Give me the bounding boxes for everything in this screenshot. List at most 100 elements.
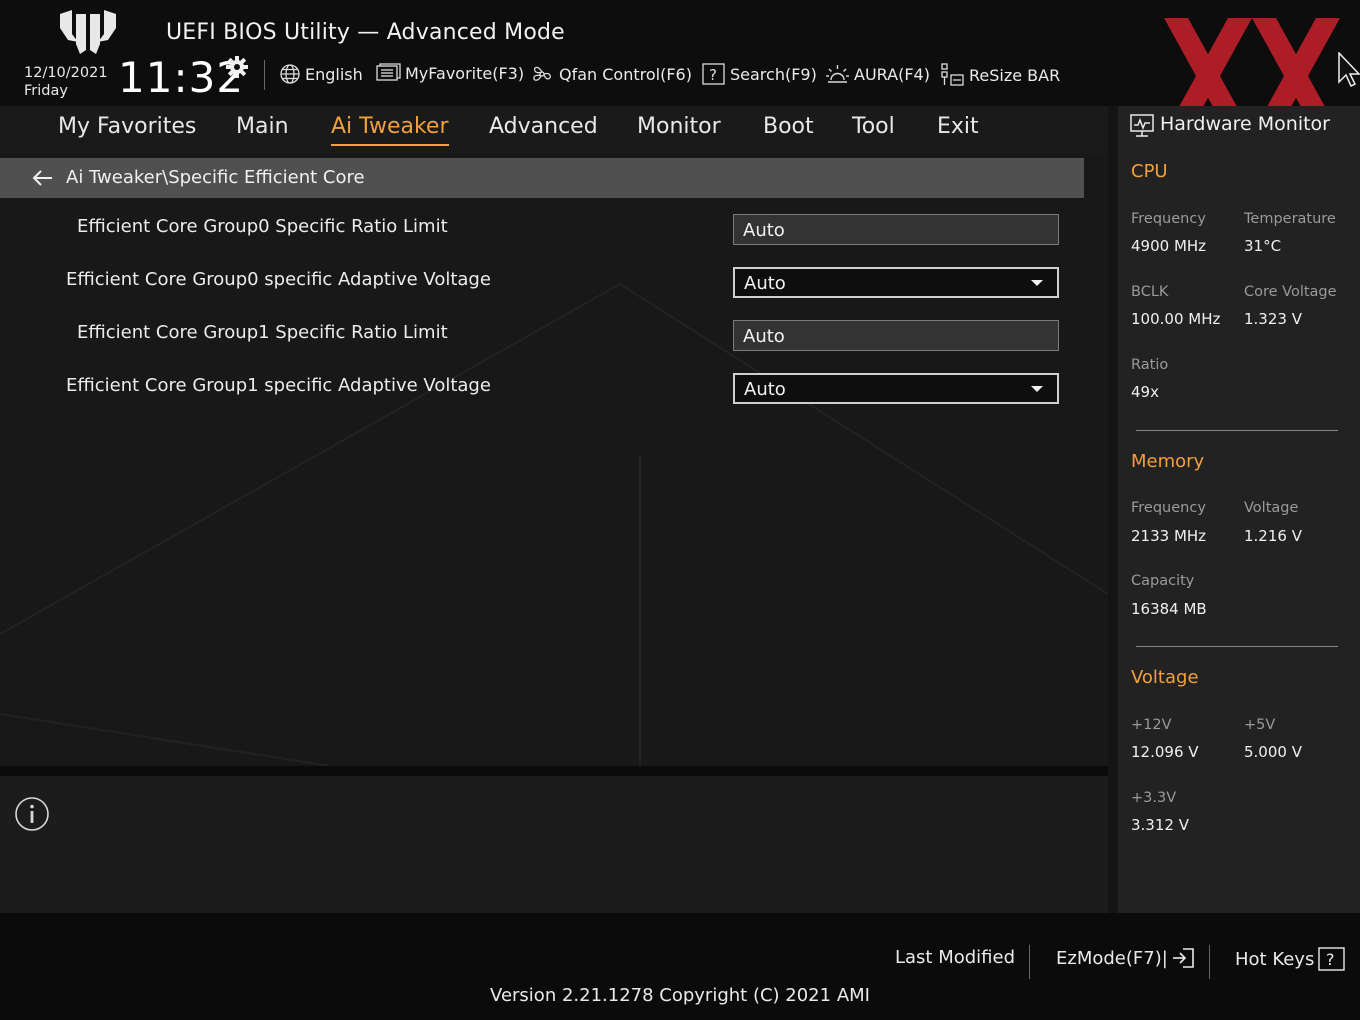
- tab-ai-tweaker[interactable]: Ai Tweaker: [331, 112, 449, 146]
- tab-advanced[interactable]: Advanced: [489, 112, 598, 142]
- breadcrumb[interactable]: Ai Tweaker\Specific Efficient Core: [0, 158, 1084, 198]
- resize-bar-button[interactable]: ReSize BAR: [940, 63, 1060, 87]
- myfavorite-button[interactable]: MyFavorite(F3): [376, 63, 524, 83]
- cpu-temperature-value: 31°C: [1244, 237, 1282, 255]
- tuf-logo-icon: [60, 10, 116, 54]
- ezmode-label: EzMode(F7)|: [1056, 947, 1168, 969]
- v33-value: 3.312 V: [1131, 816, 1189, 834]
- gear-icon[interactable]: [226, 56, 248, 78]
- group0-voltage-dropdown[interactable]: Auto: [733, 267, 1059, 298]
- qfan-control-label: Qfan Control(F6): [559, 64, 692, 84]
- memory-voltage-value: 1.216 V: [1244, 527, 1302, 545]
- app-title: UEFI BIOS Utility — Advanced Mode: [166, 20, 565, 45]
- tab-exit[interactable]: Exit: [937, 112, 979, 142]
- header-divider: [264, 60, 265, 90]
- footer-divider: [1209, 945, 1210, 979]
- chevron-down-icon: [1031, 280, 1043, 286]
- ezmode-button[interactable]: EzMode(F7)|: [1056, 947, 1195, 969]
- fan-icon: [533, 66, 551, 81]
- aura-icon: [826, 65, 849, 83]
- svg-text:?: ?: [709, 66, 717, 84]
- header-bar: UEFI BIOS Utility — Advanced Mode 12/10/…: [0, 0, 1360, 134]
- setting-label-group0-ratio: Efficient Core Group0 Specific Ratio Lim…: [77, 216, 448, 237]
- aura-button[interactable]: AURA(F4): [825, 63, 930, 85]
- cpu-frequency-label: Frequency: [1131, 211, 1206, 227]
- hot-keys-button[interactable]: Hot Keys ?: [1235, 947, 1346, 971]
- hardware-monitor-title: Hardware Monitor: [1160, 113, 1330, 135]
- date-text: 12/10/2021: [24, 65, 108, 81]
- cpu-frequency-value: 4900 MHz: [1131, 237, 1207, 255]
- search-label: Search(F9): [730, 64, 817, 84]
- last-modified-label: Last Modified: [895, 947, 1016, 968]
- hot-keys-label: Hot Keys: [1235, 948, 1315, 970]
- info-icon: [15, 797, 49, 831]
- group1-ratio-input[interactable]: Auto: [733, 320, 1059, 351]
- tab-my-favorites[interactable]: My Favorites: [58, 112, 196, 142]
- chevron-down-icon: [1031, 386, 1043, 392]
- settings-panel: Ai Tweaker\Specific Efficient Core Effic…: [0, 154, 1108, 766]
- date-display: 12/10/2021 Friday: [24, 64, 108, 100]
- v12-label: +12V: [1131, 717, 1172, 733]
- core-voltage-value: 1.323 V: [1244, 310, 1302, 328]
- footer-bar: Last Modified EzMode(F7)| Hot Keys ? Ver…: [0, 913, 1360, 1020]
- setting-label-group1-voltage: Efficient Core Group1 specific Adaptive …: [66, 375, 491, 396]
- group1-voltage-value: Auto: [744, 379, 786, 400]
- core-voltage-label: Core Voltage: [1244, 284, 1337, 300]
- group0-ratio-value: Auto: [743, 220, 785, 241]
- section-divider: [1136, 646, 1338, 647]
- cpu-heading: CPU: [1131, 161, 1168, 182]
- search-button[interactable]: ? Search(F9): [702, 63, 817, 85]
- memory-frequency-label: Frequency: [1131, 500, 1206, 516]
- cpu-temperature-label: Temperature: [1244, 211, 1336, 227]
- panel-divider: [0, 766, 1108, 776]
- footer-divider: [1029, 945, 1030, 979]
- svg-text:?: ?: [1326, 950, 1335, 969]
- memory-voltage-label: Voltage: [1244, 500, 1299, 516]
- version-copyright: Version 2.21.1278 Copyright (C) 2021 AMI: [490, 985, 870, 1006]
- setting-label-group0-voltage: Efficient Core Group0 specific Adaptive …: [66, 269, 491, 290]
- setting-label-group1-ratio: Efficient Core Group1 Specific Ratio Lim…: [77, 322, 448, 343]
- group0-ratio-input[interactable]: Auto: [733, 214, 1059, 245]
- memory-heading: Memory: [1131, 451, 1205, 472]
- back-arrow-icon[interactable]: [32, 169, 54, 187]
- group1-voltage-dropdown[interactable]: Auto: [733, 373, 1059, 404]
- tab-main[interactable]: Main: [236, 112, 289, 142]
- language-button[interactable]: English: [279, 63, 363, 85]
- background-decoration: [0, 283, 1108, 766]
- group1-ratio-value: Auto: [743, 326, 785, 347]
- aura-label: AURA(F4): [854, 64, 930, 84]
- myfavorite-label: MyFavorite(F3): [405, 63, 525, 83]
- ratio-label: Ratio: [1131, 357, 1169, 373]
- hardware-monitor-panel: Hardware Monitor CPU Frequency Temperatu…: [1118, 106, 1360, 913]
- tab-monitor[interactable]: Monitor: [637, 112, 721, 142]
- tab-tool[interactable]: Tool: [852, 112, 895, 142]
- favorite-list-icon: [376, 63, 401, 81]
- resize-bar-icon: [941, 63, 964, 86]
- last-modified-button[interactable]: Last Modified: [895, 947, 1015, 968]
- resize-bar-label: ReSize BAR: [969, 65, 1061, 85]
- v33-label: +3.3V: [1131, 790, 1177, 806]
- ratio-value: 49x: [1131, 383, 1159, 401]
- breadcrumb-path: Ai Tweaker\Specific Efficient Core: [66, 167, 365, 188]
- section-divider: [1136, 430, 1338, 431]
- group0-voltage-value: Auto: [744, 273, 786, 294]
- memory-frequency-value: 2133 MHz: [1131, 527, 1207, 545]
- monitor-icon: [1130, 114, 1154, 137]
- qfan-control-button[interactable]: Qfan Control(F6): [530, 63, 692, 85]
- help-info-panel: [0, 776, 1108, 913]
- capacity-value: 16384 MB: [1131, 600, 1207, 618]
- bclk-label: BCLK: [1131, 284, 1169, 300]
- bclk-value: 100.00 MHz: [1131, 310, 1221, 328]
- globe-icon: [280, 64, 300, 84]
- search-help-icon: ?: [702, 63, 725, 85]
- v5-value: 5.000 V: [1244, 743, 1302, 761]
- language-label: English: [305, 64, 363, 84]
- v5-label: +5V: [1244, 717, 1276, 733]
- voltage-heading: Voltage: [1131, 667, 1199, 688]
- tab-boot[interactable]: Boot: [763, 112, 814, 142]
- capacity-label: Capacity: [1131, 573, 1195, 589]
- mouse-pointer-icon: [1338, 52, 1360, 88]
- v12-value: 12.096 V: [1131, 743, 1199, 761]
- weekday-text: Friday: [24, 83, 68, 99]
- help-question-icon: ?: [1318, 947, 1346, 971]
